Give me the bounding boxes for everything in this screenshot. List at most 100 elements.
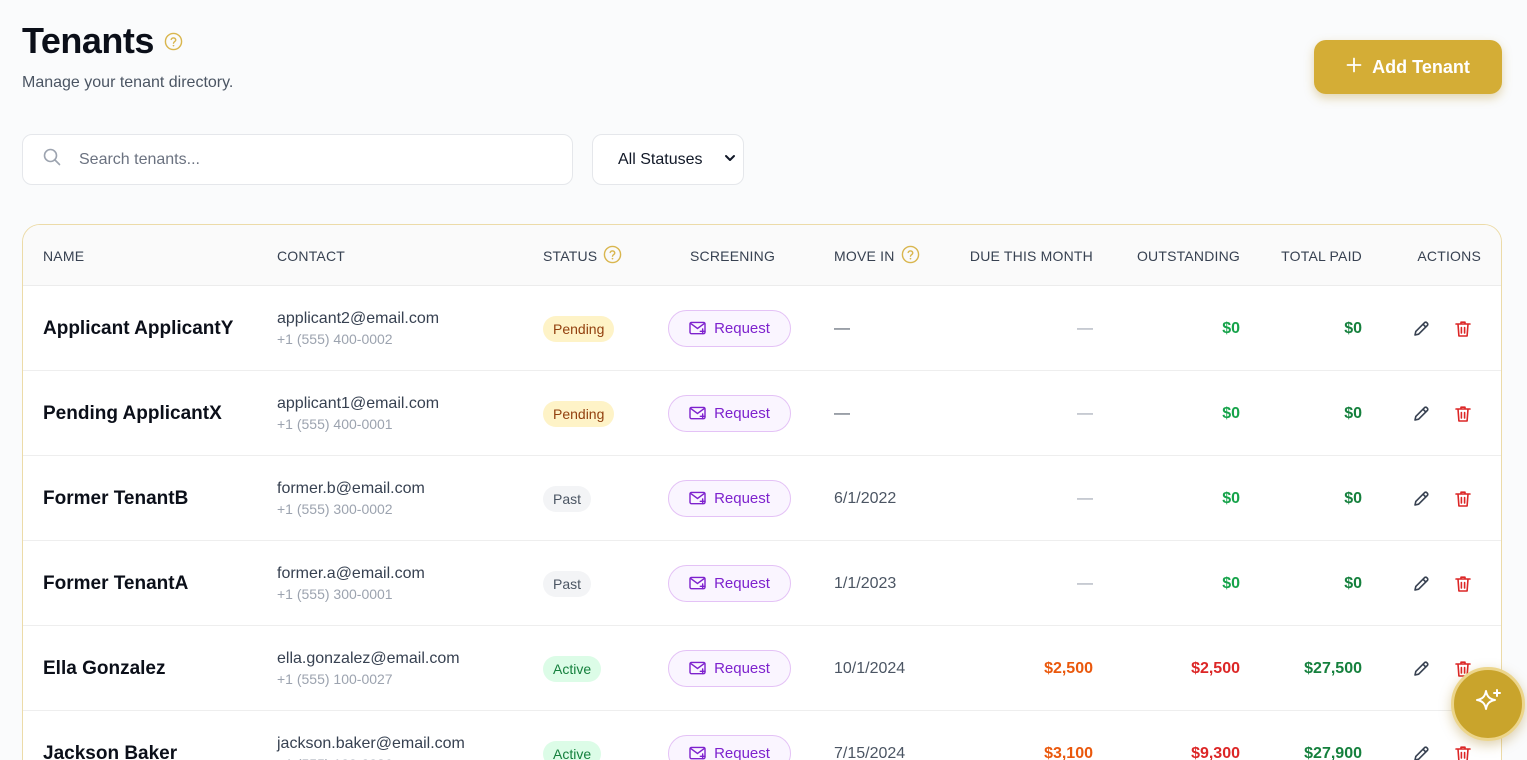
delete-icon[interactable] (1453, 744, 1473, 760)
table-header: NAME CONTACT STATUS SCREENING MOVE IN DU… (23, 225, 1501, 286)
table-row[interactable]: Jackson Baker jackson.baker@email.com +1 (… (23, 711, 1501, 760)
tenant-phone: +1 (555) 100-0026 (277, 756, 393, 760)
tenant-contact: applicant1@email.com +1 (555) 400-0001 (277, 371, 439, 456)
tenant-phone: +1 (555) 300-0001 (277, 586, 393, 602)
due-this-month: — (1077, 319, 1093, 337)
move-in-date: 6/1/2022 (834, 489, 897, 507)
tenant-name[interactable]: Former TenantA (43, 541, 188, 626)
tenant-email: former.a@email.com (277, 565, 425, 582)
search-box[interactable] (22, 134, 573, 185)
move-in-date: — (834, 404, 850, 422)
help-icon[interactable] (603, 245, 622, 267)
edit-icon[interactable] (1411, 744, 1431, 760)
request-screening-label: Request (714, 405, 770, 422)
delete-icon[interactable] (1453, 574, 1473, 594)
column-header-name: NAME (43, 247, 85, 264)
column-header-due: DUE THIS MONTH (969, 247, 1093, 264)
status-badge: Pending (543, 400, 615, 427)
status-badge: Pending (543, 315, 615, 342)
request-screening-button[interactable]: Request (668, 310, 791, 347)
tenant-email: jackson.baker@email.com (277, 735, 465, 752)
request-screening-label: Request (714, 575, 770, 592)
mail-plus-icon (689, 321, 706, 336)
plus-icon (1346, 57, 1362, 78)
table-row[interactable]: Applicant ApplicantY applicant2@email.com… (23, 286, 1501, 371)
edit-icon[interactable] (1411, 574, 1431, 594)
status-cell: Past (543, 456, 592, 541)
column-header-move-in: MOVE IN (834, 225, 920, 286)
help-icon[interactable] (164, 32, 183, 51)
mail-plus-icon (689, 746, 706, 760)
move-in-date: — (834, 319, 850, 337)
add-tenant-button[interactable]: Add Tenant (1314, 40, 1502, 94)
tenant-name[interactable]: Applicant ApplicantY (43, 286, 233, 371)
help-icon[interactable] (901, 245, 920, 267)
tenant-name[interactable]: Jackson Baker (43, 711, 177, 760)
search-icon (43, 148, 61, 171)
column-header-actions: ACTIONS (1417, 247, 1481, 264)
request-screening-button[interactable]: Request (668, 395, 791, 432)
request-screening-button[interactable]: Request (668, 650, 791, 687)
status-badge: Past (543, 485, 592, 512)
total-paid: $0 (1344, 404, 1362, 422)
request-screening-label: Request (714, 490, 770, 507)
tenant-name[interactable]: Former TenantB (43, 456, 188, 541)
column-header-outstanding: OUTSTANDING (1136, 247, 1240, 264)
delete-icon[interactable] (1453, 489, 1473, 509)
due-this-month: — (1077, 489, 1093, 507)
move-in-date: 10/1/2024 (834, 659, 906, 677)
due-this-month: $3,100 (1044, 744, 1093, 760)
table-row[interactable]: Ella Gonzalez ella.gonzalez@email.com +1 (… (23, 626, 1501, 711)
page-subtitle: Manage your tenant directory. (22, 74, 234, 91)
outstanding-amount: $0 (1222, 319, 1240, 337)
delete-icon[interactable] (1453, 404, 1473, 424)
status-cell: Active (543, 711, 602, 760)
screening-cell: Request (668, 286, 791, 371)
request-screening-label: Request (714, 745, 770, 760)
ai-assistant-button[interactable] (1451, 667, 1525, 741)
column-header-status: STATUS (543, 225, 622, 286)
table-row[interactable]: Pending ApplicantX applicant1@email.com +1… (23, 371, 1501, 456)
mail-plus-icon (689, 661, 706, 676)
tenant-phone: +1 (555) 400-0002 (277, 331, 393, 347)
edit-icon[interactable] (1411, 489, 1431, 509)
edit-icon[interactable] (1411, 659, 1431, 679)
screening-cell: Request (668, 456, 791, 541)
table-row[interactable]: Former TenantB former.b@email.com +1 (555)… (23, 456, 1501, 541)
status-filter-select[interactable]: All Statuses (592, 134, 744, 185)
outstanding-amount: $0 (1222, 489, 1240, 507)
edit-icon[interactable] (1411, 319, 1431, 339)
mail-plus-icon (689, 406, 706, 421)
move-in-header-label: MOVE IN (834, 247, 895, 264)
tenant-phone: +1 (555) 100-0027 (277, 671, 393, 687)
tenant-contact: jackson.baker@email.com +1 (555) 100-0026 (277, 711, 465, 760)
page-header: Tenants Manage your tenant directory. (22, 20, 233, 92)
edit-icon[interactable] (1411, 404, 1431, 424)
sparkles-icon (1472, 686, 1504, 723)
request-screening-button[interactable]: Request (668, 565, 791, 602)
tenant-email: applicant2@email.com (277, 310, 440, 327)
tenant-contact: former.b@email.com +1 (555) 300-0002 (277, 456, 425, 541)
tenant-email: applicant1@email.com (277, 395, 440, 412)
total-paid: $27,900 (1304, 744, 1362, 760)
delete-icon[interactable] (1453, 319, 1473, 339)
request-screening-button[interactable]: Request (668, 480, 791, 517)
status-cell: Past (543, 541, 592, 626)
row-actions (1411, 371, 1473, 456)
total-paid: $0 (1344, 574, 1362, 592)
tenant-email: ella.gonzalez@email.com (277, 650, 460, 667)
total-paid: $0 (1344, 319, 1362, 337)
request-screening-button[interactable]: Request (668, 735, 791, 760)
tenant-name[interactable]: Ella Gonzalez (43, 626, 165, 711)
screening-cell: Request (668, 371, 791, 456)
due-this-month: — (1077, 404, 1093, 422)
tenant-name[interactable]: Pending ApplicantX (43, 371, 222, 456)
row-actions (1411, 286, 1473, 371)
screening-cell: Request (668, 626, 791, 711)
status-header-label: STATUS (543, 247, 598, 264)
tenant-contact: applicant2@email.com +1 (555) 400-0002 (277, 286, 439, 371)
table-row[interactable]: Former TenantA former.a@email.com +1 (555)… (23, 541, 1501, 626)
outstanding-amount: $2,500 (1191, 659, 1240, 677)
tenant-phone: +1 (555) 300-0002 (277, 501, 393, 517)
search-input[interactable] (79, 150, 539, 169)
